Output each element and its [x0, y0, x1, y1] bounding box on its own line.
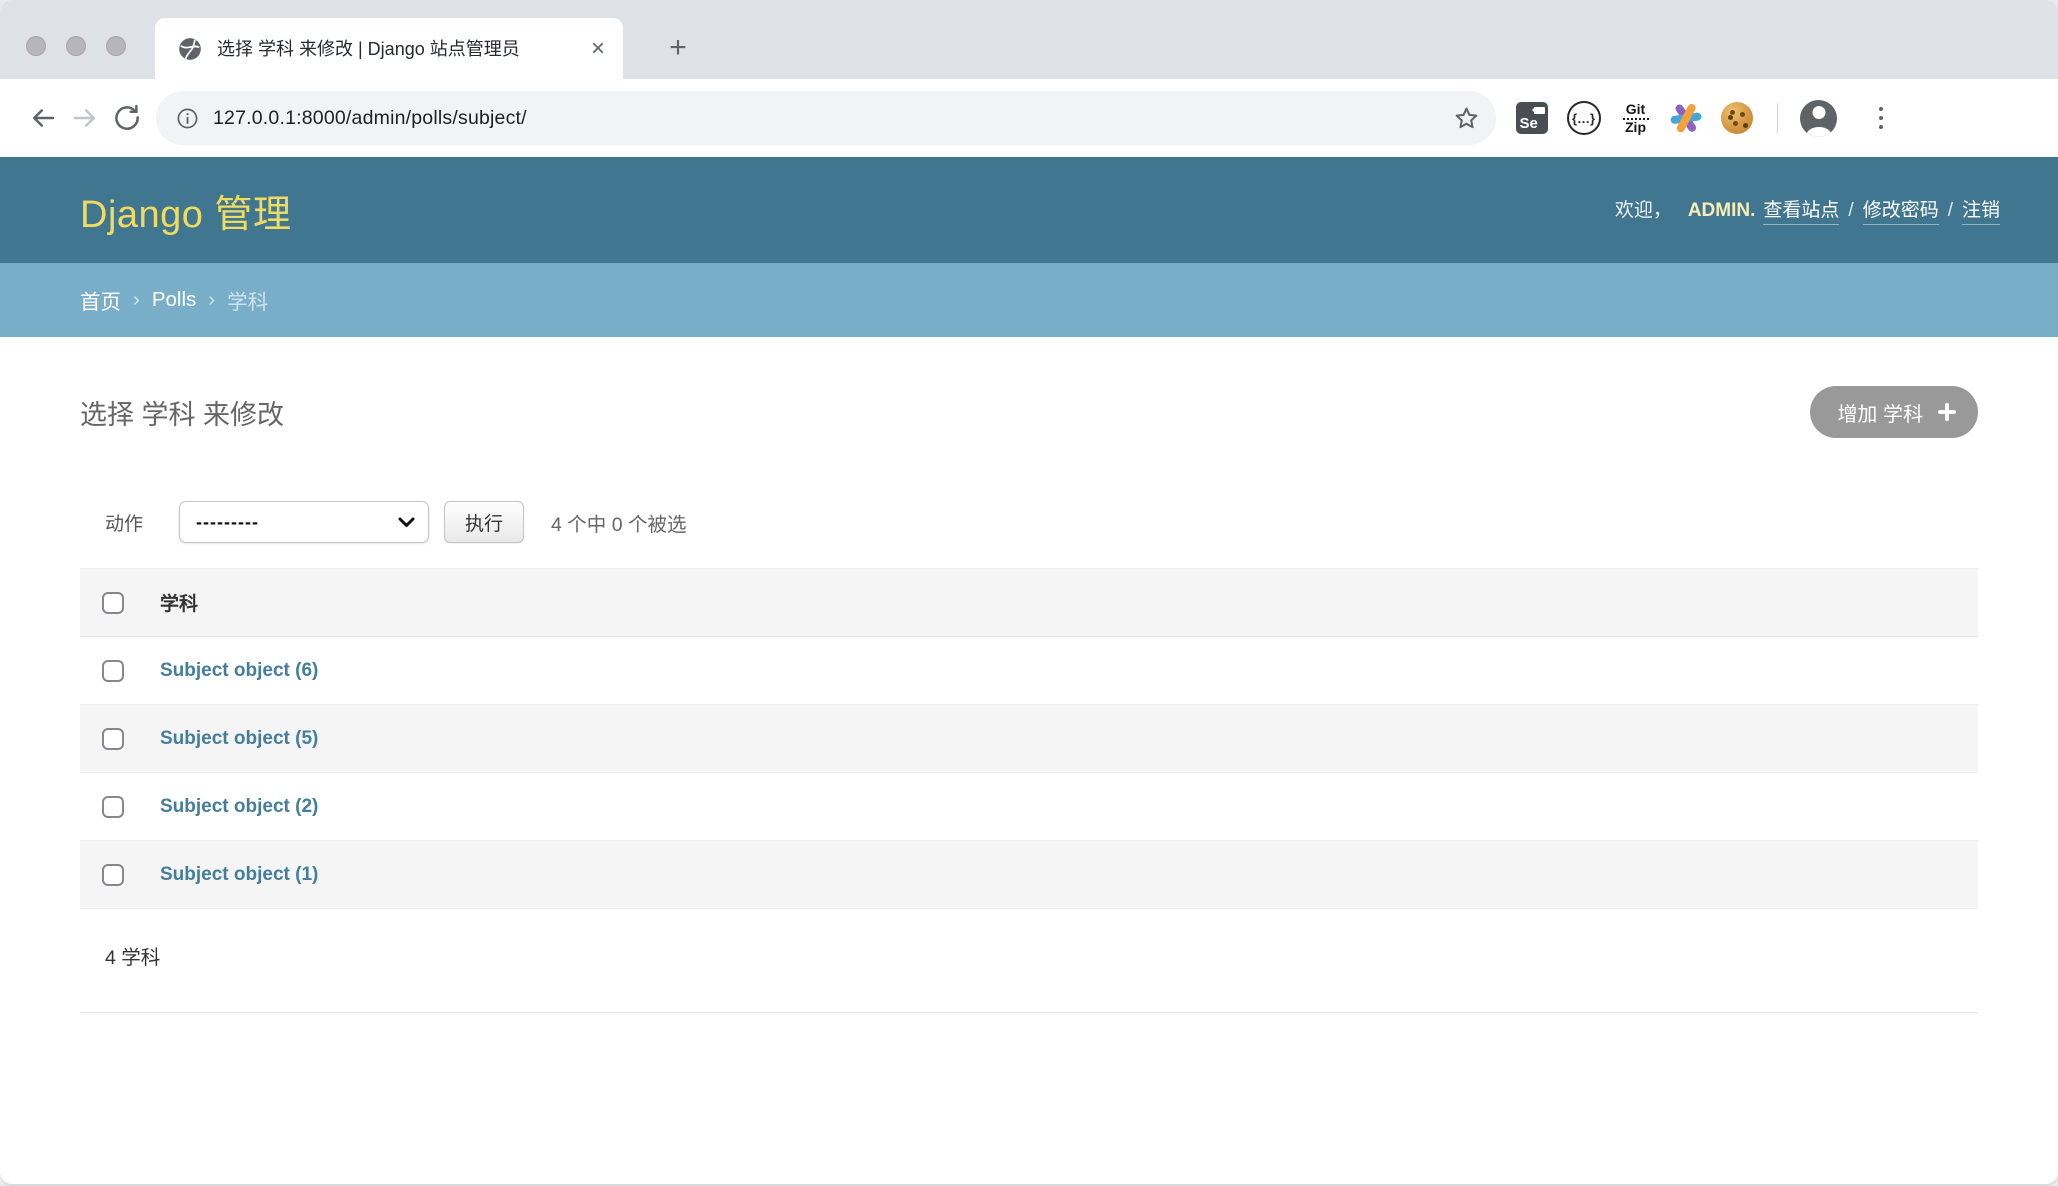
action-select-value: ---------	[196, 512, 259, 533]
add-subject-button[interactable]: 增加 学科	[1810, 386, 1978, 438]
breadcrumb: 首页 › Polls › 学科	[0, 263, 2058, 337]
username: ADMIN.	[1688, 200, 1756, 222]
site-name[interactable]: Django 管理	[80, 183, 291, 238]
breadcrumb-app-link[interactable]: Polls	[152, 288, 196, 312]
camera-glyph	[1534, 107, 1545, 114]
cookie-extension-icon[interactable]	[1718, 100, 1755, 137]
changelist-page: 选择 学科 来修改 增加 学科 动作 --------- 执行 4 个中 0 个…	[0, 385, 2058, 1013]
braces-glyph: {…}	[1567, 101, 1601, 135]
browser-toolbar: 127.0.0.1:8000/admin/polls/subject/ Se {…	[0, 79, 2058, 157]
se-badge: Se	[1516, 102, 1548, 134]
result-table: 学科 Subject object (6) Subject object (5)…	[80, 568, 1978, 909]
zoom-window-button[interactable]	[106, 36, 126, 56]
traffic-lights	[26, 36, 126, 56]
row-checkbox[interactable]	[102, 796, 124, 818]
se-label: Se	[1520, 115, 1538, 132]
logout-link[interactable]: 注销	[1962, 195, 2000, 225]
title-row: 选择 学科 来修改 增加 学科	[80, 385, 1978, 439]
subject-link[interactable]: Subject object (5)	[160, 728, 318, 750]
gitzip-wordmark: Git Zip	[1623, 103, 1649, 133]
table-row: Subject object (6)	[80, 637, 1978, 705]
reload-icon[interactable]	[106, 97, 148, 139]
breadcrumb-current: 学科	[227, 285, 268, 315]
browser-window: 选择 学科 来修改 | Django 站点管理员 × + 127.0.0.1:8…	[0, 0, 2058, 1186]
action-go-button[interactable]: 执行	[444, 501, 524, 543]
bookmark-star-icon[interactable]	[1453, 105, 1480, 132]
forward-icon[interactable]	[64, 97, 106, 139]
column-header: 学科	[160, 589, 198, 616]
selenium-recorder-extension-icon[interactable]: Se	[1513, 100, 1550, 137]
link-separator: /	[1948, 200, 1953, 222]
asterisk-extension-icon[interactable]	[1669, 101, 1703, 135]
globe-favicon-icon	[177, 36, 203, 62]
change-password-link[interactable]: 修改密码	[1863, 195, 1939, 225]
extension-area: Se {…} Git Zip	[1513, 100, 1898, 137]
table-row: Subject object (2)	[80, 773, 1978, 841]
gitzip-extension-icon[interactable]: Git Zip	[1617, 100, 1654, 137]
select-all-checkbox[interactable]	[102, 592, 124, 614]
add-button-label: 增加 学科	[1837, 398, 1923, 427]
browser-tab[interactable]: 选择 学科 来修改 | Django 站点管理员 ×	[155, 18, 623, 79]
plus-icon	[1938, 403, 1956, 421]
close-window-button[interactable]	[26, 36, 46, 56]
url-text[interactable]: 127.0.0.1:8000/admin/polls/subject/	[213, 107, 1439, 130]
toolbar-divider	[1777, 103, 1778, 133]
breadcrumb-separator: ›	[208, 288, 215, 312]
site-info-icon[interactable]	[176, 107, 199, 130]
breadcrumb-separator: ›	[133, 288, 140, 312]
link-separator: /	[1848, 200, 1853, 222]
chevron-down-icon	[398, 517, 415, 528]
back-icon[interactable]	[22, 97, 64, 139]
json-viewer-extension-icon[interactable]: {…}	[1565, 100, 1602, 137]
subject-link[interactable]: Subject object (1)	[160, 864, 318, 886]
view-site-link[interactable]: 查看站点	[1763, 195, 1839, 225]
paginator: 4 学科	[80, 909, 1978, 1013]
profile-avatar[interactable]	[1800, 100, 1837, 137]
tab-title: 选择 学科 来修改 | Django 站点管理员	[217, 36, 571, 62]
subject-link[interactable]: Subject object (2)	[160, 796, 318, 818]
welcome-text: 欢迎，	[1615, 195, 1672, 222]
cookie-glyph	[1721, 102, 1753, 134]
address-bar[interactable]: 127.0.0.1:8000/admin/polls/subject/	[156, 91, 1496, 145]
tab-strip: 选择 学科 来修改 | Django 站点管理员 × +	[0, 0, 2058, 79]
subject-link[interactable]: Subject object (6)	[160, 660, 318, 682]
actions-bar: 动作 --------- 执行 4 个中 0 个被选	[80, 501, 1978, 543]
user-tools: 欢迎， ADMIN. 查看站点 / 修改密码 / 注销	[1615, 195, 2000, 225]
tab-close-icon[interactable]: ×	[585, 36, 611, 62]
browser-menu-icon[interactable]	[1864, 107, 1898, 130]
row-checkbox[interactable]	[102, 864, 124, 886]
table-row: Subject object (5)	[80, 705, 1978, 773]
action-label: 动作	[105, 509, 143, 536]
table-header-row: 学科	[80, 569, 1978, 637]
admin-header: Django 管理 欢迎， ADMIN. 查看站点 / 修改密码 / 注销	[0, 157, 2058, 263]
new-tab-button[interactable]: +	[658, 28, 698, 68]
action-select[interactable]: ---------	[179, 501, 429, 543]
table-row: Subject object (1)	[80, 841, 1978, 909]
row-checkbox[interactable]	[102, 728, 124, 750]
breadcrumb-home-link[interactable]: 首页	[80, 285, 121, 315]
minimize-window-button[interactable]	[66, 36, 86, 56]
selection-counter: 4 个中 0 个被选	[551, 508, 686, 537]
page-title: 选择 学科 来修改	[80, 393, 284, 432]
row-checkbox[interactable]	[102, 660, 124, 682]
